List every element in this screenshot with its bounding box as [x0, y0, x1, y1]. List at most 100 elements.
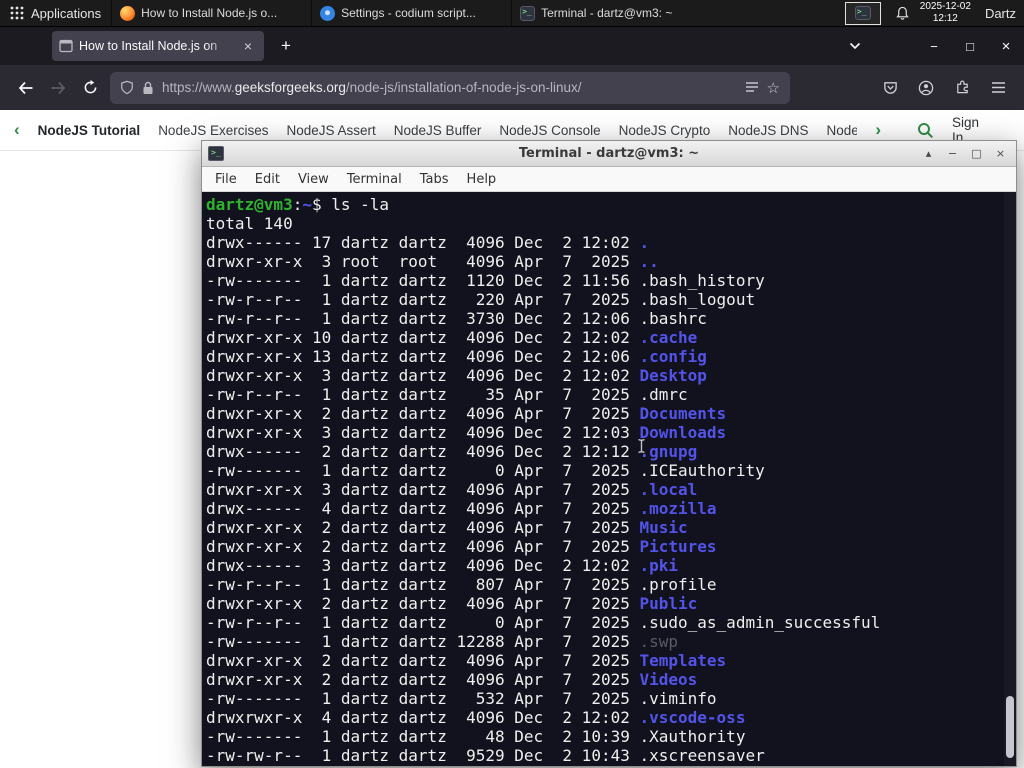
reload-button[interactable]	[74, 72, 106, 104]
mouse-cursor	[638, 438, 645, 454]
gfg-nav-item[interactable]: NodeJS Crypto	[619, 123, 711, 138]
terminal-menu-help[interactable]: Help	[458, 172, 506, 187]
tray-terminal-icon	[854, 6, 871, 20]
taskbar-window-button[interactable]: How to Install Node.js o...	[111, 0, 311, 26]
terminal-output-line: drwxr-xr-x 2 dartz dartz 4096 Apr 7 2025…	[206, 594, 1016, 613]
terminal-output-line: drwxr-xr-x 2 dartz dartz 4096 Apr 7 2025…	[206, 404, 1016, 423]
nav-scroll-left-icon[interactable]: ‹	[14, 120, 20, 140]
file-meta: drwx------ 17 dartz dartz 4096 Dec 2 12:…	[206, 233, 640, 252]
new-tab-button[interactable]: +	[272, 32, 300, 60]
terminal-output-line: -rw-rw-r-- 1 dartz dartz 9529 Dec 2 10:4…	[206, 746, 1016, 765]
panel-clock[interactable]: 2025-12-02 12:12	[920, 1, 971, 25]
file-name: .profile	[639, 575, 717, 594]
browser-tab-active[interactable]: How to Install Node.js on ×	[52, 31, 264, 61]
terminal-close-button[interactable]: ×	[991, 145, 1010, 163]
toolbar-right-icons	[874, 72, 1014, 104]
terminal-lines: dartz@vm3:~$ ls -la total 140 drwx------ 1…	[206, 195, 1016, 765]
terminal-output-line: drwx------ 2 dartz dartz 4096 Dec 2 12:1…	[206, 442, 1016, 461]
prompt-path: ~	[302, 195, 312, 214]
taskbar-window-button[interactable]: Settings - codium script...	[311, 0, 511, 26]
terminal-maximize-button[interactable]: □	[967, 145, 986, 163]
taskbar-window-title: Terminal - dartz@vm3: ~	[541, 6, 673, 20]
file-meta: drwxr-xr-x 2 dartz dartz 4096 Apr 7 2025	[206, 651, 640, 670]
file-meta: drwxr-xr-x 2 dartz dartz 4096 Apr 7 2025	[206, 537, 640, 556]
taskbar-window-button[interactable]: Terminal - dartz@vm3: ~	[511, 0, 711, 26]
window-task-list: How to Install Node.js o... Settings - co…	[111, 0, 711, 26]
nav-scroll-right-icon[interactable]: ›	[875, 120, 881, 140]
terminal-output-line: drwxr-xr-x 2 dartz dartz 4096 Apr 7 2025…	[206, 537, 1016, 556]
list-all-tabs-button[interactable]	[842, 42, 868, 50]
gfg-nav-item[interactable]: Node	[827, 123, 858, 138]
bookmark-star-icon[interactable]: ☆	[767, 79, 780, 97]
tab-favicon	[59, 39, 73, 53]
back-button[interactable]	[10, 72, 42, 104]
gfg-nav-item[interactable]: NodeJS Exercises	[158, 123, 268, 138]
file-name: .config	[639, 347, 707, 366]
terminal-menu-file[interactable]: File	[206, 172, 246, 187]
terminal-minimize-button[interactable]: −	[943, 145, 962, 163]
taskbar-window-title: How to Install Node.js o...	[141, 6, 278, 20]
terminal-output-line: -rw-r--r-- 1 dartz dartz 0 Apr 7 2025 .s…	[206, 613, 1016, 632]
file-name: Desktop	[639, 366, 707, 385]
file-name: .Xauthority	[639, 727, 746, 746]
tracking-shield-icon	[121, 80, 133, 95]
notification-bell-button[interactable]	[895, 6, 910, 21]
file-meta: drwxr-xr-x 2 dartz dartz 4096 Apr 7 2025	[206, 594, 640, 613]
menu-button[interactable]	[982, 72, 1014, 104]
file-name: .	[639, 233, 650, 252]
forward-button[interactable]	[42, 72, 74, 104]
file-name: .dmrc	[639, 385, 688, 404]
extensions-button[interactable]	[946, 72, 978, 104]
terminal-scrollbar-thumb[interactable]	[1006, 696, 1014, 758]
terminal-menu-view[interactable]: View	[289, 172, 338, 187]
window-maximize-button[interactable]: □	[952, 31, 988, 61]
prompt-separator: :	[292, 195, 303, 214]
gfg-nav-item[interactable]: NodeJS Console	[499, 123, 600, 138]
tray-terminal-launcher[interactable]	[844, 1, 881, 25]
browser-tab-strip: How to Install Node.js on × + − □ ×	[0, 27, 1024, 65]
browser-nav-toolbar: https://www.geeksforgeeks.org/node-js/in…	[0, 65, 1024, 110]
terminal-output-line: total 140	[206, 214, 293, 233]
settings-icon	[320, 5, 336, 21]
terminal-output-line: drwx------ 4 dartz dartz 4096 Apr 7 2025…	[206, 499, 1016, 518]
file-meta: -rw-r--r-- 1 dartz dartz 3730 Dec 2 12:0…	[206, 309, 640, 328]
terminal-menu-terminal[interactable]: Terminal	[338, 172, 411, 187]
terminal-output-line: -rw-r--r-- 1 dartz dartz 220 Apr 7 2025 …	[206, 290, 1016, 309]
file-name: Pictures	[639, 537, 717, 556]
reader-view-icon[interactable]	[745, 81, 759, 94]
terminal-output-line: drwx------ 3 dartz dartz 4096 Dec 2 12:0…	[206, 556, 1016, 575]
file-meta: drwxr-xr-x 3 dartz dartz 4096 Dec 2 12:0…	[206, 423, 640, 442]
terminal-output-line: drwx------ 17 dartz dartz 4096 Dec 2 12:…	[206, 233, 1016, 252]
file-meta: -rw-r--r-- 1 dartz dartz 220 Apr 7 2025	[206, 290, 640, 309]
url-bar[interactable]: https://www.geeksforgeeks.org/node-js/in…	[110, 71, 790, 104]
gfg-nav-item[interactable]: NodeJS Tutorial	[38, 123, 141, 138]
pocket-button[interactable]	[874, 72, 906, 104]
account-button[interactable]	[910, 72, 942, 104]
applications-menu-button[interactable]: Applications	[0, 0, 111, 26]
lock-icon	[143, 81, 153, 94]
file-meta: -rw-r--r-- 1 dartz dartz 0 Apr 7 2025	[206, 613, 640, 632]
puzzle-extensions-icon	[956, 80, 968, 94]
search-icon[interactable]	[917, 122, 934, 139]
terminal-shade-button[interactable]: ▴	[919, 145, 938, 163]
bell-icon	[896, 6, 909, 20]
window-close-button[interactable]: ×	[988, 31, 1024, 61]
file-name: Music	[639, 518, 688, 537]
terminal-output-line: -rw-r--r-- 1 dartz dartz 807 Apr 7 2025 …	[206, 575, 1016, 594]
terminal-output-line: -rw------- 1 dartz dartz 532 Apr 7 2025 …	[206, 689, 1016, 708]
terminal-menu-edit[interactable]: Edit	[246, 172, 289, 187]
terminal-menu-tabs[interactable]: Tabs	[411, 172, 458, 187]
file-meta: drwx------ 3 dartz dartz 4096 Dec 2 12:0…	[206, 556, 640, 575]
gfg-nav-item[interactable]: NodeJS Buffer	[394, 123, 482, 138]
terminal-menubar: File Edit View Terminal Tabs Help	[202, 167, 1016, 192]
terminal-titlebar[interactable]: Terminal - dartz@vm3: ~ ▴ − □ ×	[202, 141, 1016, 167]
terminal-scrollbar[interactable]	[1004, 192, 1016, 766]
hamburger-menu-icon	[991, 82, 1005, 93]
taskbar-window-title: Settings - codium script...	[341, 6, 476, 20]
gfg-nav-item[interactable]: NodeJS DNS	[728, 123, 808, 138]
window-minimize-button[interactable]: −	[916, 31, 952, 61]
clock-date: 2025-12-02	[919, 1, 971, 12]
gfg-nav-item[interactable]: NodeJS Assert	[286, 123, 375, 138]
terminal-output-area[interactable]: dartz@vm3:~$ ls -la total 140 drwx------ 1…	[202, 192, 1016, 766]
tab-close-button[interactable]: ×	[239, 38, 257, 54]
